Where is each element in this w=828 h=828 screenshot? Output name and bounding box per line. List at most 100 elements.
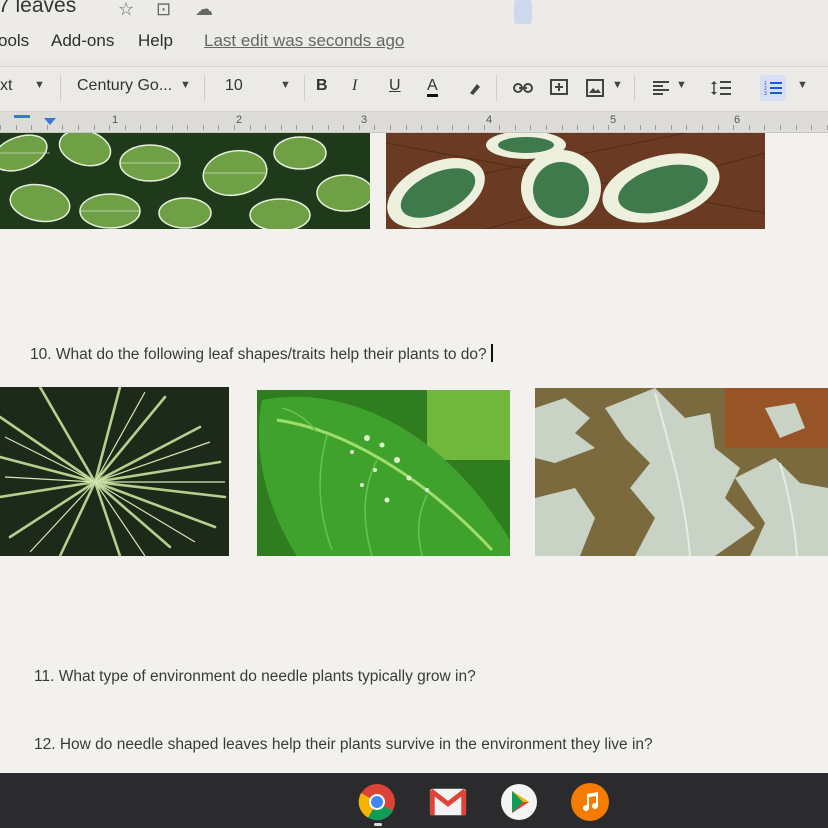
music-icon[interactable] bbox=[571, 783, 609, 821]
svg-text:3: 3 bbox=[764, 91, 767, 96]
first-line-indent-marker[interactable] bbox=[14, 115, 30, 118]
font-family-dropdown[interactable]: Century Go... bbox=[77, 77, 172, 95]
ruler-tick bbox=[546, 125, 547, 130]
ruler-tick bbox=[328, 125, 329, 130]
text-cursor bbox=[490, 344, 493, 362]
ruler-tick bbox=[515, 125, 516, 130]
ruler-tick bbox=[640, 125, 641, 130]
star-icon[interactable]: ☆ bbox=[118, 0, 134, 20]
insert-link-icon[interactable] bbox=[510, 75, 536, 101]
ruler-tick bbox=[0, 125, 1, 130]
ruler-number: 1 bbox=[112, 114, 119, 126]
ruler-tick bbox=[452, 125, 453, 130]
question-11[interactable]: 11. What type of environment do needle p… bbox=[34, 668, 476, 686]
ruler-number: 3 bbox=[361, 114, 368, 126]
numbered-list-icon[interactable]: 123 bbox=[760, 75, 786, 101]
ruler-tick bbox=[296, 125, 297, 130]
italic-button[interactable]: I bbox=[352, 77, 357, 95]
toolbar-divider bbox=[634, 75, 635, 101]
insert-comment-icon[interactable] bbox=[546, 75, 572, 101]
ruler-tick bbox=[374, 125, 375, 130]
chevron-down-icon[interactable]: ▼ bbox=[797, 79, 808, 91]
ruler-tick bbox=[312, 125, 313, 130]
last-edit-link[interactable]: Last edit was seconds ago bbox=[204, 31, 404, 51]
gmail-icon[interactable] bbox=[429, 783, 467, 821]
line-spacing-icon[interactable] bbox=[708, 75, 734, 101]
insert-image-icon[interactable] bbox=[582, 75, 608, 101]
ruler-tick bbox=[265, 125, 266, 130]
ruler-tick bbox=[109, 125, 110, 130]
toolbar-divider bbox=[204, 75, 205, 101]
ruler-tick bbox=[749, 125, 750, 130]
ruler-number: 6 bbox=[734, 114, 741, 126]
menu-help[interactable]: Help bbox=[138, 31, 173, 51]
ruler-tick bbox=[671, 125, 672, 130]
menu-tools[interactable]: ools bbox=[0, 31, 29, 51]
chevron-down-icon[interactable]: ▼ bbox=[612, 79, 623, 91]
ruler-tick bbox=[125, 125, 126, 130]
ruler-tick bbox=[156, 125, 157, 130]
document-title[interactable]: 7 leaves bbox=[0, 0, 76, 18]
ruler-tick bbox=[390, 125, 391, 130]
text-color-button[interactable]: A bbox=[427, 77, 438, 97]
chevron-down-icon[interactable]: ▼ bbox=[280, 79, 291, 91]
ruler-tick bbox=[187, 125, 188, 130]
hosta-leaves-image[interactable] bbox=[386, 133, 765, 229]
chevron-down-icon[interactable]: ▼ bbox=[676, 79, 687, 91]
ruler-tick bbox=[484, 125, 485, 130]
ruler-tick bbox=[468, 125, 469, 130]
ruler-tick bbox=[406, 125, 407, 130]
nerve-plant-image[interactable] bbox=[0, 133, 370, 229]
play-store-icon[interactable] bbox=[500, 783, 538, 821]
ruler-tick bbox=[499, 125, 500, 130]
ruler-tick bbox=[562, 125, 563, 130]
ruler-tick bbox=[686, 125, 687, 130]
ruler-tick bbox=[655, 125, 656, 130]
font-size-dropdown[interactable]: 10 bbox=[225, 77, 243, 95]
question-10-text: 10. What do the following leaf shapes/tr… bbox=[30, 346, 487, 363]
wet-leaf-image[interactable] bbox=[257, 390, 510, 556]
ruler-tick bbox=[437, 125, 438, 130]
question-10[interactable]: 10. What do the following leaf shapes/tr… bbox=[30, 344, 493, 364]
ruler-tick bbox=[140, 125, 141, 130]
ruler-tick bbox=[421, 125, 422, 130]
ruler-tick bbox=[593, 125, 594, 130]
ruler-tick bbox=[780, 125, 781, 130]
ruler-tick bbox=[530, 125, 531, 130]
menu-bar: ools Add-ons Help Last edit was seconds … bbox=[0, 26, 828, 60]
bold-button[interactable]: B bbox=[316, 77, 328, 95]
toolbar-divider bbox=[304, 75, 305, 101]
ruler-tick bbox=[608, 125, 609, 130]
chrome-icon[interactable] bbox=[358, 783, 396, 821]
toolbar-divider bbox=[496, 75, 497, 101]
underline-button[interactable]: U bbox=[389, 77, 401, 95]
ruler-tick bbox=[343, 125, 344, 130]
ruler-tick bbox=[250, 125, 251, 130]
ruler-tick bbox=[624, 125, 625, 130]
share-button-partial[interactable] bbox=[514, 0, 532, 24]
align-left-icon[interactable] bbox=[648, 75, 674, 101]
chevron-down-icon[interactable]: ▼ bbox=[34, 79, 45, 91]
ruler-tick bbox=[62, 125, 63, 130]
menu-add-ons[interactable]: Add-ons bbox=[51, 31, 114, 51]
ruler-tick bbox=[811, 125, 812, 130]
ruler-tick bbox=[94, 125, 95, 130]
dusty-miller-image[interactable] bbox=[535, 388, 828, 556]
cloud-status-icon[interactable]: ☁ bbox=[195, 0, 213, 20]
question-12[interactable]: 12. How do needle shaped leaves help the… bbox=[34, 736, 653, 754]
ruler-tick bbox=[47, 125, 48, 130]
ruler-tick bbox=[16, 125, 17, 130]
palm-leaf-image[interactable] bbox=[0, 387, 229, 556]
ruler-tick bbox=[172, 125, 173, 130]
ruler-tick bbox=[359, 125, 360, 130]
ruler-tick bbox=[31, 125, 32, 130]
horizontal-ruler[interactable]: 1 2 3 4 5 6 bbox=[0, 112, 828, 133]
os-shelf bbox=[0, 773, 828, 828]
highlight-pen-icon[interactable] bbox=[462, 75, 488, 101]
move-folder-icon[interactable]: ⊡ bbox=[156, 0, 171, 20]
chevron-down-icon[interactable]: ▼ bbox=[180, 79, 191, 91]
paragraph-style-dropdown[interactable]: xt bbox=[0, 77, 12, 95]
ruler-tick bbox=[718, 125, 719, 130]
left-indent-marker[interactable] bbox=[44, 118, 56, 125]
ruler-number: 5 bbox=[610, 114, 617, 126]
